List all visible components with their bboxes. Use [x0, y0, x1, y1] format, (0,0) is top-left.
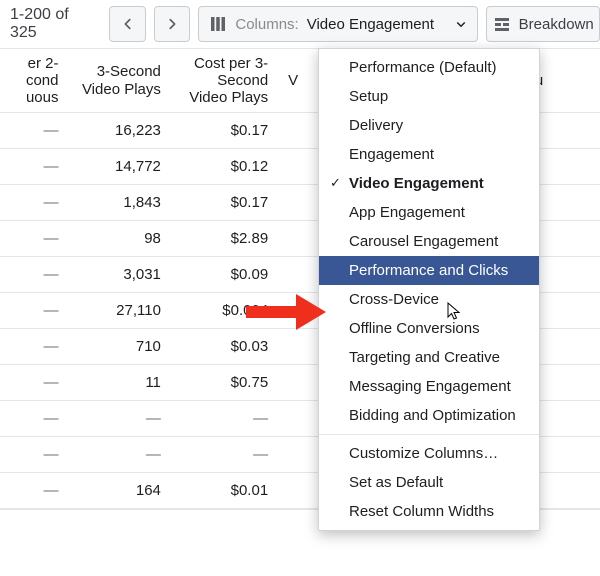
cell: $0.17 [171, 194, 278, 211]
cell: — [0, 374, 68, 391]
columns-icon [209, 15, 227, 33]
menu-item[interactable]: Targeting and Creative [319, 343, 539, 372]
cell: — [0, 122, 68, 139]
toolbar: 1-200 of 325 Columns: Video Engagement B… [0, 0, 600, 48]
cell: $0.75 [171, 374, 278, 391]
menu-item[interactable]: Set as Default [319, 468, 539, 497]
chevron-down-icon [455, 18, 467, 30]
breakdown-dropdown[interactable]: Breakdown [486, 6, 600, 42]
prev-page-button[interactable] [109, 6, 145, 42]
cell: 710 [68, 338, 170, 355]
chevron-left-icon [121, 17, 135, 31]
cell: — [0, 158, 68, 175]
cell: — [68, 410, 170, 427]
menu-item[interactable]: Performance and Clicks [319, 256, 539, 285]
cell: 16,223 [68, 122, 170, 139]
menu-item[interactable]: Delivery [319, 111, 539, 140]
menu-item[interactable]: Video Engagement [319, 169, 539, 198]
cell: $0.09 [171, 266, 278, 283]
cell: — [0, 482, 68, 499]
cell: — [0, 410, 68, 427]
cell: — [0, 446, 68, 463]
cell: 164 [68, 482, 170, 499]
menu-item[interactable]: Bidding and Optimization [319, 401, 539, 430]
columns-preset-menu: Performance (Default)SetupDeliveryEngage… [318, 48, 540, 531]
cell: — [68, 446, 170, 463]
breakdown-label: Breakdown [519, 16, 594, 33]
columns-label: Columns: [235, 16, 298, 33]
col-header[interactable]: Cost per 3-SecondVideo Plays [171, 49, 278, 113]
menu-item[interactable]: Setup [319, 82, 539, 111]
cell: 98 [68, 230, 170, 247]
cell: — [171, 410, 278, 427]
menu-separator [319, 434, 539, 435]
cell: — [0, 338, 68, 355]
cell: 27,110 [68, 302, 170, 319]
col-header[interactable]: 3-SecondVideo Plays [68, 57, 170, 104]
menu-item[interactable]: Engagement [319, 140, 539, 169]
cell: 11 [68, 374, 170, 391]
columns-value: Video Engagement [307, 16, 434, 33]
menu-item[interactable]: Offline Conversions [319, 314, 539, 343]
cell: — [171, 446, 278, 463]
cell: 14,772 [68, 158, 170, 175]
pagination-range: 1-200 of 325 [6, 6, 101, 42]
cell: — [0, 302, 68, 319]
menu-item[interactable]: Reset Column Widths [319, 497, 539, 526]
breakdown-icon [493, 15, 511, 33]
menu-item[interactable]: Cross-Device [319, 285, 539, 314]
cell: — [0, 194, 68, 211]
cell: $2.89 [171, 230, 278, 247]
columns-dropdown[interactable]: Columns: Video Engagement [198, 6, 478, 42]
cell: 3,031 [68, 266, 170, 283]
cell: $0.12 [171, 158, 278, 175]
cell: $0.17 [171, 122, 278, 139]
next-page-button[interactable] [154, 6, 190, 42]
chevron-right-icon [165, 17, 179, 31]
menu-item[interactable]: Carousel Engagement [319, 227, 539, 256]
menu-item[interactable]: App Engagement [319, 198, 539, 227]
cell: $0.03 [171, 338, 278, 355]
menu-item[interactable]: Performance (Default) [319, 53, 539, 82]
col-header[interactable]: er 2-conduous [0, 49, 68, 113]
cell: — [0, 230, 68, 247]
cell: 1,843 [68, 194, 170, 211]
menu-item[interactable]: Customize Columns… [319, 439, 539, 468]
cell: $0.01 [171, 482, 278, 499]
cell: $0.004 [171, 302, 278, 319]
menu-item[interactable]: Messaging Engagement [319, 372, 539, 401]
cell: — [0, 266, 68, 283]
